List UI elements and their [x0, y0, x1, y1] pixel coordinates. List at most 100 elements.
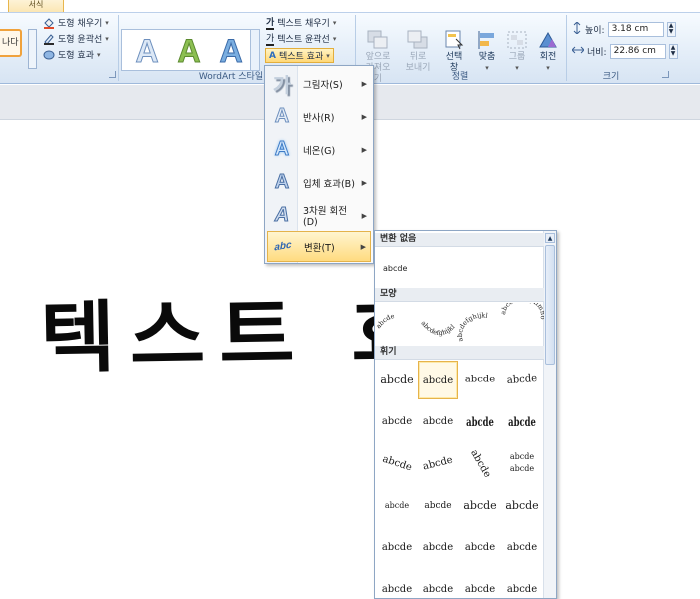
warp-triangle-up[interactable]: abcde — [460, 364, 500, 396]
chevron-right-icon: ▶ — [361, 211, 367, 220]
warp-ring-outside[interactable]: abcde — [508, 403, 536, 441]
warp-arch-down-pour[interactable]: abcde — [418, 487, 458, 525]
warp-arch-down[interactable]: abcde — [414, 441, 462, 488]
height-input[interactable]: 3.18 cm — [607, 22, 664, 37]
warp-arch-up-pour[interactable]: abcde — [377, 487, 417, 525]
warp-button-pour[interactable]: abcde — [502, 487, 542, 525]
pen-outline-icon — [43, 33, 55, 45]
warp-stop[interactable]: abcde — [418, 361, 458, 399]
menu-item-glow[interactable]: A 네온(G) ▶ — [267, 134, 371, 165]
warp-wave-1[interactable]: abcde — [377, 529, 417, 567]
width-label: 너비: — [587, 48, 607, 58]
group-label: 그룹 — [508, 52, 526, 62]
rotate-icon — [536, 29, 560, 51]
chevron-down-icon: ▾ — [326, 51, 330, 60]
send-backward-button[interactable]: 뒤로 보내기 — [403, 29, 433, 77]
warp-wave-2[interactable]: abcde — [418, 529, 458, 567]
scroll-thumb[interactable] — [545, 245, 555, 365]
text-fill-label: 텍스트 채우기 — [277, 19, 330, 29]
width-input[interactable]: 22.86 cm — [609, 44, 666, 59]
warp-triangle-down[interactable]: abcde — [501, 360, 544, 401]
paint-bucket-icon — [43, 17, 55, 29]
dialog-launcher-icon[interactable] — [109, 71, 116, 78]
wordart-style-2[interactable]: A — [169, 30, 209, 72]
text-outline-icon: 가 — [266, 31, 275, 46]
warp-deflate-bottom[interactable]: abcde — [502, 571, 542, 598]
bring-forward-label-1: 앞으로 — [365, 52, 391, 62]
text-effects-menu: 가 그림자(S) ▶ A 반사(R) ▶ A 네온(G) ▶ A 입체 효과(B… — [264, 65, 374, 264]
group-objects-icon — [505, 29, 529, 51]
wordart-group-label: WordArt 스타일 — [198, 72, 264, 82]
shape-style-scroll[interactable] — [28, 29, 37, 69]
shape-style-button[interactable]: 나다 — [0, 29, 22, 57]
gallery-scrollbar[interactable]: ▲ — [543, 231, 556, 598]
path-arch-down[interactable]: abcdefghijkl — [419, 319, 456, 337]
shape-outline-button[interactable]: 도형 윤곽선 ▾ — [43, 31, 109, 46]
menu-item-transform[interactable]: abc 변환(T) ▶ — [267, 231, 371, 262]
warp-ring-inside[interactable]: abcde — [466, 403, 494, 441]
warp-arch-up[interactable]: abcde — [375, 440, 422, 489]
text-fill-icon: 가 — [266, 15, 275, 30]
send-backward-icon — [406, 29, 430, 51]
path-circle[interactable]: abcdefghijkl — [456, 311, 488, 342]
menu-item-shadow[interactable]: 가 그림자(S) ▶ — [267, 68, 371, 99]
warp-chevron-up[interactable]: abcde — [377, 403, 417, 441]
chevron-right-icon: ▶ — [361, 112, 367, 121]
group-separator — [118, 15, 119, 81]
warp-inflate[interactable]: abcde — [377, 571, 417, 598]
warp-double-wave-1[interactable]: abcde — [460, 529, 500, 567]
path-button[interactable]: abcdefghijklmno — [499, 303, 544, 320]
path-arch-up[interactable]: abcde — [375, 312, 395, 330]
bevel-icon: A — [274, 171, 290, 194]
menu-item-bevel[interactable]: A 입체 효과(B) ▶ — [267, 167, 371, 198]
warp-inflate-bottom[interactable]: abcde — [460, 571, 500, 598]
wordart-style-1[interactable]: A — [127, 30, 167, 72]
warp-double-wave-2[interactable]: abcde — [502, 529, 542, 567]
transform-icon: abc — [274, 239, 292, 254]
warp-circle-pour[interactable]: abcde — [460, 487, 500, 525]
menu-item-label: 반사(R) — [303, 112, 335, 124]
chevron-down-icon: ▾ — [96, 50, 101, 59]
warp-chevron-down[interactable]: abcde — [418, 403, 458, 441]
text-effects-button[interactable]: A 텍스트 효과 ▾ — [265, 48, 334, 63]
text-outline-button[interactable]: 가 텍스트 윤곽선 ▾ — [266, 31, 336, 46]
height-spinner[interactable]: ▲ ▼ — [666, 22, 676, 37]
rotate-button[interactable]: 회전 ▾ — [533, 29, 563, 77]
wordart-gallery-scroll[interactable] — [250, 29, 260, 71]
chevron-down-icon: ▾ — [332, 18, 337, 27]
shape-fill-label: 도형 채우기 — [58, 19, 103, 29]
warp-plain[interactable]: abcde — [377, 361, 417, 399]
follow-path-row: abcde abcdefghijkl abcdefghijkl abcdefgh… — [375, 303, 544, 343]
chevron-down-icon: ▾ — [546, 64, 550, 72]
height-label: 높이: — [585, 26, 605, 36]
menu-item-3d-rotation[interactable]: A 3차원 회전(D) ▶ — [267, 200, 371, 231]
menu-item-label: 3차원 회전(D) — [303, 206, 348, 228]
menu-item-label: 입체 효과(B) — [303, 178, 355, 190]
height-icon — [572, 21, 582, 37]
width-control: 너비: 22.86 cm ▲ ▼ — [571, 43, 678, 60]
scroll-up-icon[interactable]: ▲ — [545, 233, 555, 243]
shape-effects-button[interactable]: 도형 효과 ▾ — [43, 47, 101, 62]
wordart-style-3[interactable]: A — [211, 30, 251, 72]
text-fill-button[interactable]: 가 텍스트 채우기 ▾ — [266, 15, 336, 30]
transform-none[interactable]: abcde — [383, 264, 407, 273]
menu-item-label: 변환(T) — [304, 242, 335, 254]
arrange-group-label: 정렬 — [451, 72, 469, 82]
warp-deflate[interactable]: abcde — [418, 571, 458, 598]
group-button[interactable]: 그룹 ▾ — [502, 29, 532, 77]
width-spinner[interactable]: ▲ ▼ — [668, 44, 678, 59]
shape-effects-label: 도형 효과 — [58, 51, 94, 61]
3d-rotation-icon: A — [274, 204, 290, 227]
text-effects-label: 텍스트 효과 — [278, 52, 324, 62]
shape-fill-button[interactable]: 도형 채우기 ▾ — [43, 15, 109, 30]
align-icon — [475, 29, 499, 51]
chevron-down-icon: ▾ — [515, 64, 519, 72]
menu-item-reflection[interactable]: A 반사(R) ▶ — [267, 101, 371, 132]
shape-outline-label: 도형 윤곽선 — [58, 35, 103, 45]
menu-item-label: 네온(G) — [303, 145, 336, 157]
selection-pane-label-1: 선택 — [445, 52, 463, 62]
warp-circle[interactable]: abcde — [454, 437, 507, 491]
dialog-launcher-icon[interactable] — [662, 71, 669, 78]
warp-button[interactable]: abcde abcde — [502, 445, 542, 483]
chevron-down-icon: ▾ — [105, 34, 109, 43]
